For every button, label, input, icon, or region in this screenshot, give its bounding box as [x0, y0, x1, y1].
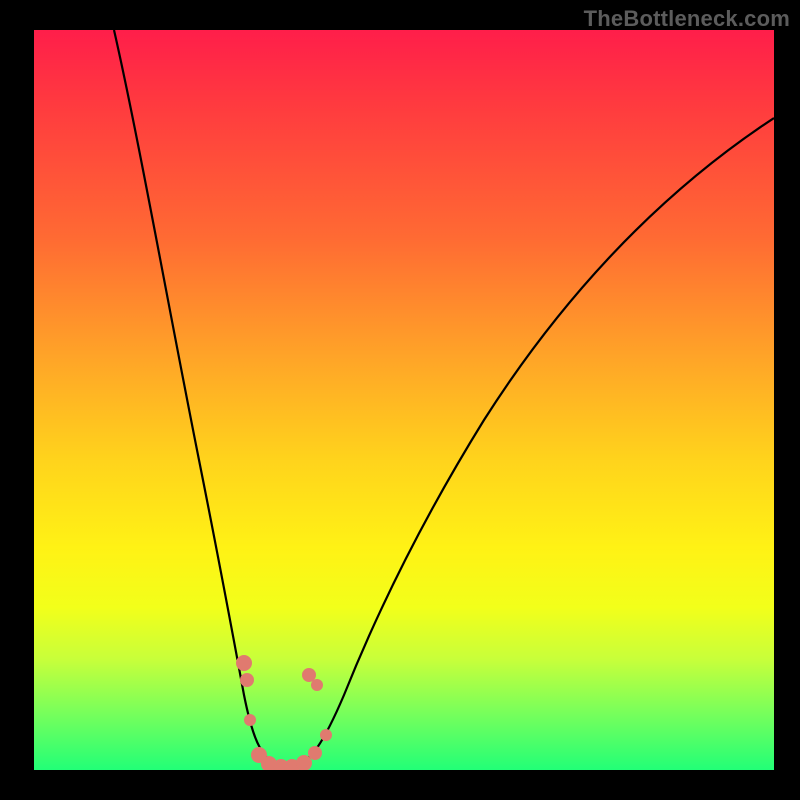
curve-left [114, 30, 279, 767]
data-marker [320, 729, 332, 741]
data-marker [311, 679, 323, 691]
data-marker [240, 673, 254, 687]
data-marker [236, 655, 252, 671]
data-marker [244, 714, 256, 726]
watermark-label: TheBottleneck.com [584, 6, 790, 32]
marker-group [236, 655, 332, 770]
data-marker [308, 746, 322, 760]
plot-area [34, 30, 774, 770]
chart-frame: TheBottleneck.com [0, 0, 800, 800]
curve-svg [34, 30, 774, 770]
curve-right [294, 118, 774, 767]
